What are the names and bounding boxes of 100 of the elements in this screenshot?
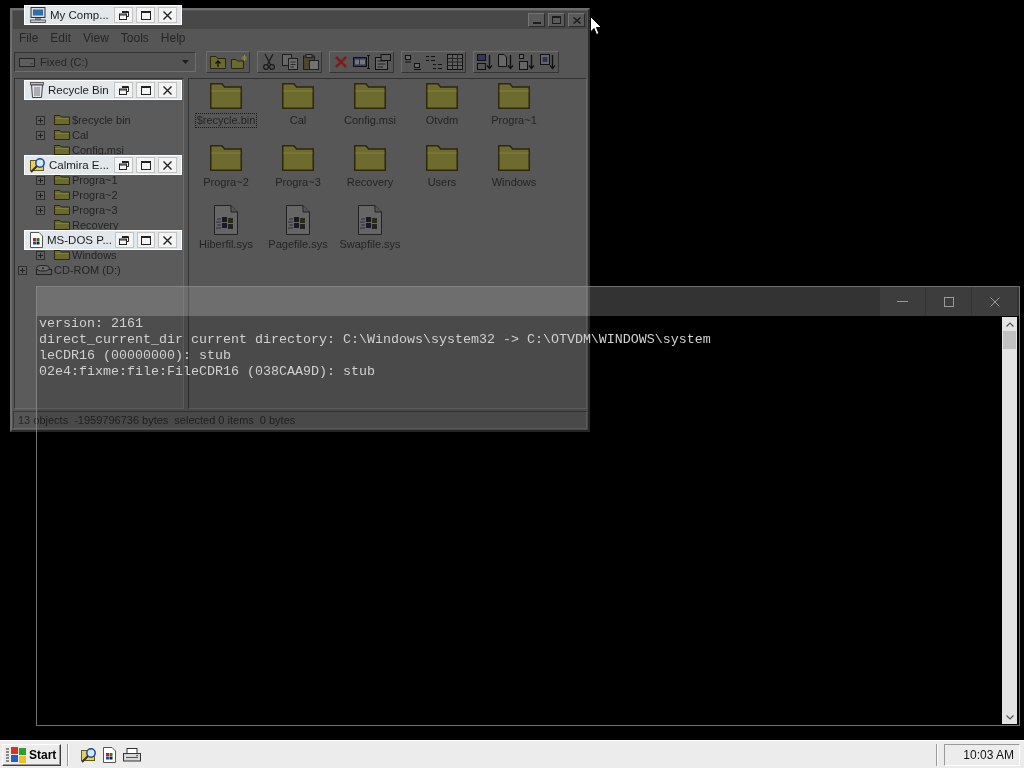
folder-icon[interactable] <box>498 144 530 171</box>
minimized-window[interactable]: MS-DOS P... <box>24 230 182 250</box>
restore-icon <box>119 235 130 245</box>
folder-icon[interactable] <box>426 82 458 109</box>
cd-drive-icon[interactable] <box>36 265 52 275</box>
window-title: MS-DOS P... <box>47 234 112 246</box>
close-icon <box>163 235 173 245</box>
recycle-bin-icon <box>30 82 44 98</box>
magnifier-icon <box>30 157 45 173</box>
restore-icon <box>118 160 129 170</box>
expand-icon[interactable] <box>36 115 45 125</box>
close-button[interactable] <box>158 157 177 173</box>
console-line: direct_current_dir current directory: C:\Windows\system32 -> C:\OTVDM\WINDOWS\system <box>39 332 711 348</box>
magnifier-icon[interactable] <box>81 746 97 763</box>
details-view-icon[interactable] <box>446 54 463 70</box>
expand-icon[interactable] <box>36 205 45 215</box>
folder-icon[interactable] <box>54 220 70 230</box>
folder-icon[interactable] <box>210 144 242 171</box>
restore-icon <box>118 10 129 20</box>
minimized-window[interactable]: My Comp... <box>24 5 182 25</box>
close-button[interactable] <box>158 232 177 248</box>
folder-up-icon[interactable] <box>209 55 226 69</box>
close-icon <box>163 160 172 170</box>
close-icon <box>572 16 581 24</box>
system-file-icon[interactable] <box>214 204 238 235</box>
paste-icon[interactable] <box>302 54 319 70</box>
drive-icon <box>19 57 35 67</box>
expand-icon[interactable] <box>18 265 27 275</box>
large-icons-view-icon[interactable] <box>404 54 421 70</box>
copy-icon[interactable] <box>281 54 298 70</box>
folder-icon[interactable] <box>54 250 70 260</box>
console-line: 02e4:fixme:file:FileCDR16 (038CAA9D): stub <box>39 364 375 380</box>
start-button[interactable]: Start <box>2 743 62 766</box>
minimized-window[interactable]: Recycle Bin <box>24 80 182 100</box>
maximize-button[interactable] <box>136 7 155 23</box>
sort-name-icon[interactable] <box>476 54 493 70</box>
window-title: Calmira E... <box>49 159 111 171</box>
sort-type-icon[interactable] <box>497 54 514 70</box>
folder-icon[interactable] <box>54 145 70 155</box>
mouse-pointer-icon <box>590 16 602 35</box>
printer-icon[interactable] <box>123 747 142 762</box>
folder-icon[interactable] <box>354 82 386 109</box>
minimize-icon <box>897 301 908 302</box>
minimize-button[interactable] <box>528 13 545 27</box>
document-icon <box>30 232 43 248</box>
restore-icon <box>118 85 129 95</box>
caret-down-icon <box>1005 714 1014 720</box>
maximize-icon <box>140 85 151 95</box>
maximize-button[interactable] <box>136 82 155 98</box>
document-icon[interactable] <box>103 746 117 763</box>
folder-icon[interactable] <box>54 130 70 140</box>
expand-icon[interactable] <box>36 190 45 200</box>
maximize-button[interactable] <box>136 157 155 173</box>
folder-icon[interactable] <box>282 144 314 171</box>
maximize-icon <box>552 16 561 24</box>
close-button[interactable] <box>158 82 177 98</box>
console-line: version: 2161 <box>39 316 143 332</box>
restore-button[interactable] <box>114 157 133 173</box>
caret-up-icon <box>1005 321 1014 327</box>
scissors-icon[interactable] <box>262 54 275 70</box>
close-icon <box>163 10 172 20</box>
folder-icon[interactable] <box>54 205 70 215</box>
expand-icon[interactable] <box>36 130 45 140</box>
folder-icon[interactable] <box>282 82 314 109</box>
folder-icon[interactable] <box>426 144 458 171</box>
folder-icon[interactable] <box>498 82 530 109</box>
close-button[interactable] <box>158 7 177 23</box>
folder-icon[interactable] <box>54 190 70 200</box>
sort-date-icon[interactable] <box>539 54 556 70</box>
minimize-icon <box>532 22 541 24</box>
scrollbar-thumb[interactable] <box>1003 331 1016 349</box>
system-file-icon[interactable] <box>358 204 382 235</box>
sort-size-icon[interactable] <box>518 54 535 70</box>
clock: 10:03 AM <box>944 743 1020 766</box>
windows-flag-icon <box>6 746 26 763</box>
window-title: Recycle Bin <box>48 84 110 96</box>
new-folder-icon[interactable] <box>230 55 247 69</box>
restore-button[interactable] <box>114 7 133 23</box>
folder-icon[interactable] <box>210 82 242 109</box>
properties-icon[interactable] <box>374 54 391 70</box>
maximize-button[interactable] <box>136 232 156 248</box>
expand-icon[interactable] <box>36 250 45 260</box>
small-icons-view-icon[interactable] <box>425 55 442 69</box>
close-icon <box>163 85 172 95</box>
caret-down-icon <box>182 60 189 64</box>
restore-button[interactable] <box>114 82 133 98</box>
folder-icon[interactable] <box>354 144 386 171</box>
maximize-icon <box>140 235 151 245</box>
maximize-icon <box>943 296 954 307</box>
close-icon <box>989 296 1000 307</box>
restore-button[interactable] <box>114 232 134 248</box>
expand-icon[interactable] <box>36 175 45 185</box>
folder-icon[interactable] <box>54 175 70 185</box>
minimized-window[interactable]: Calmira E... <box>24 155 182 175</box>
folder-icon[interactable] <box>54 115 70 125</box>
maximize-icon <box>140 10 151 20</box>
system-file-icon[interactable] <box>286 204 310 235</box>
maximize-icon <box>140 160 151 170</box>
window-title: My Comp... <box>50 9 110 21</box>
text-box-icon[interactable] <box>352 55 371 69</box>
